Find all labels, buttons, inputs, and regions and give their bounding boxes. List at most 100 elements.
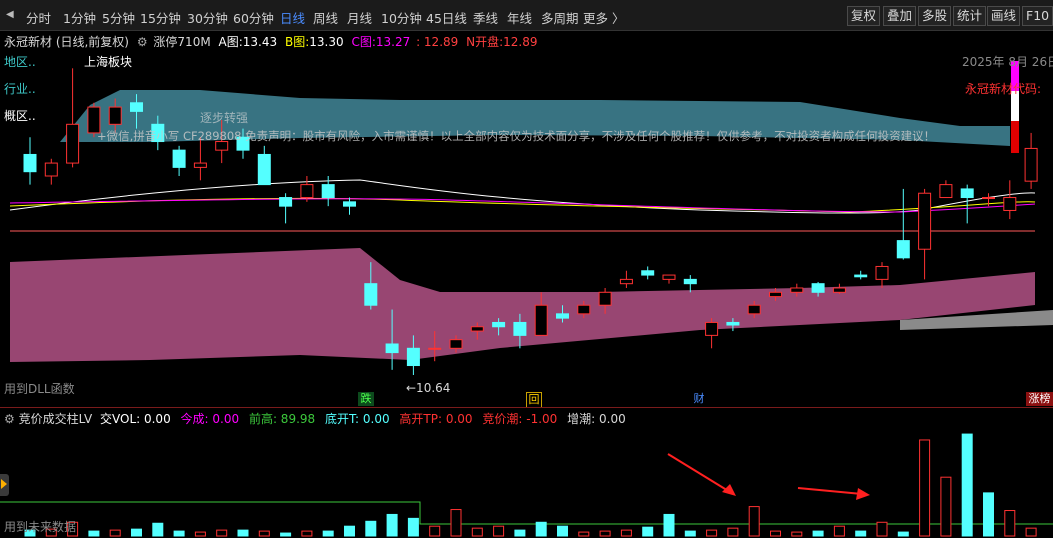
volume-bar	[897, 531, 909, 537]
candle-body	[364, 283, 378, 306]
candle-body	[790, 287, 804, 293]
volume-bar	[535, 521, 547, 537]
candle-body	[747, 304, 761, 315]
period-tab-10[interactable]: 45日线	[426, 8, 467, 27]
volume-bar	[237, 529, 249, 537]
vol-value: 交VOL: 0.00	[100, 412, 171, 426]
candle-body	[662, 274, 676, 280]
stock-tag: 永冠新材	[965, 82, 1014, 96]
candle-body	[300, 184, 314, 199]
candle-body	[896, 240, 910, 259]
industry-label[interactable]: 行业..	[4, 80, 36, 97]
volume-bar	[471, 527, 483, 537]
marker-hui[interactable]: 回	[526, 392, 542, 408]
volume-bar	[663, 513, 675, 537]
toolbar-button-5[interactable]: F10	[1022, 6, 1053, 26]
dll-note: 用到DLL函数	[4, 382, 75, 396]
candle-body	[918, 192, 932, 250]
volume-bar	[620, 529, 632, 537]
volume-bar	[322, 530, 334, 537]
volume-bar	[642, 526, 654, 537]
period-tab-3[interactable]: 15分钟	[140, 8, 181, 27]
period-tab-13[interactable]: 多周期	[541, 8, 579, 27]
period-tab-12[interactable]: 年线	[507, 8, 532, 27]
volume-bar	[961, 433, 973, 537]
volume-bar	[407, 517, 419, 537]
volume-bar	[131, 528, 142, 537]
arrow-1	[667, 453, 731, 493]
volume-bar	[812, 530, 824, 537]
kline-chart[interactable]	[0, 30, 1053, 538]
sub-title[interactable]: 竞价成交柱LV	[19, 412, 93, 426]
period-tab-14[interactable]: 更多 〉	[583, 8, 624, 27]
arrow-2-head	[856, 488, 870, 500]
volume-bar	[88, 530, 100, 537]
arrow-2	[797, 487, 863, 495]
hot-sector-label: 上海板块	[84, 55, 133, 69]
candle-body	[130, 102, 143, 112]
volume-bar	[876, 521, 888, 537]
marker-cai[interactable]: 财	[692, 392, 706, 406]
candle-body	[66, 123, 80, 164]
volume-bar	[493, 525, 505, 537]
volume-bar	[599, 530, 611, 537]
toolbar-button-0[interactable]: 复权	[847, 6, 881, 26]
volume-bar	[855, 530, 867, 537]
arrow-1-head	[722, 484, 736, 496]
concept-label[interactable]: 概区..	[4, 107, 36, 124]
volume-layer	[0, 433, 1053, 537]
region-label[interactable]: 地区..	[4, 53, 36, 70]
marker-zhangbang[interactable]: 涨榜	[1026, 392, 1053, 406]
volume-bar	[194, 531, 206, 537]
qiangao-value: 前高: 89.98	[248, 412, 316, 426]
period-tab-2[interactable]: 5分钟	[102, 8, 135, 27]
candle-body	[279, 197, 293, 207]
code-tag: 代码:	[1013, 82, 1042, 96]
volume-bar	[833, 525, 845, 537]
volume-bar	[301, 530, 313, 537]
volume-bar	[983, 492, 994, 537]
sub-gear-icon[interactable]: ⚙	[4, 412, 15, 426]
period-tab-5[interactable]: 60分钟	[233, 8, 274, 27]
period-tab-11[interactable]: 季线	[473, 8, 498, 27]
toolbar-button-2[interactable]: 多股	[918, 6, 952, 26]
toolbar-button-1[interactable]: 叠加	[883, 6, 917, 26]
candle-body	[321, 184, 335, 199]
volume-bar	[152, 522, 164, 537]
candle-body	[385, 343, 399, 354]
period-tab-7[interactable]: 周线	[313, 8, 338, 27]
collapse-handle-icon[interactable]	[0, 474, 9, 496]
volume-bar	[344, 525, 355, 537]
future-data-note: 用到未来数据	[4, 520, 77, 534]
scroll-left-icon[interactable]: ◀	[6, 9, 14, 20]
toolbar-button-3[interactable]: 统计	[953, 6, 987, 26]
candle-body	[172, 149, 186, 168]
disclaimer-text: +微信,拼音小写 CF289808 免责声明：股市有风险，入市需谨慎！以上全部内…	[97, 129, 936, 143]
period-tab-6[interactable]: 日线	[280, 8, 305, 27]
period-tab-4[interactable]: 30分钟	[187, 8, 228, 27]
candle-body	[193, 162, 207, 168]
candle-body	[769, 291, 782, 298]
volume-bar	[386, 513, 398, 537]
period-tab-0[interactable]: 分时	[26, 8, 51, 27]
period-tab-1[interactable]: 1分钟	[63, 8, 96, 27]
zengchao-value: 增潮: 0.00	[567, 412, 626, 426]
toolbar-button-4[interactable]: 画线	[987, 6, 1021, 26]
annotation-layer	[1011, 61, 1019, 153]
candle-body	[939, 184, 953, 199]
volume-bar	[258, 530, 270, 537]
volume-bar	[706, 529, 718, 537]
volume-bar	[791, 531, 803, 537]
gaokai-value: 高开TP: 0.00	[399, 412, 473, 426]
volume-bar	[578, 531, 590, 537]
candle-body	[641, 270, 655, 276]
volume-bar	[514, 529, 526, 537]
candle-body	[875, 265, 889, 280]
period-tab-9[interactable]: 10分钟	[381, 8, 422, 27]
period-tab-8[interactable]: 月线	[347, 8, 372, 27]
ma-magenta	[9, 198, 1036, 213]
candle-body	[534, 304, 548, 336]
marker-die[interactable]: 跌	[358, 392, 374, 406]
pane-divider[interactable]	[0, 407, 1053, 408]
candle-body	[108, 106, 122, 125]
